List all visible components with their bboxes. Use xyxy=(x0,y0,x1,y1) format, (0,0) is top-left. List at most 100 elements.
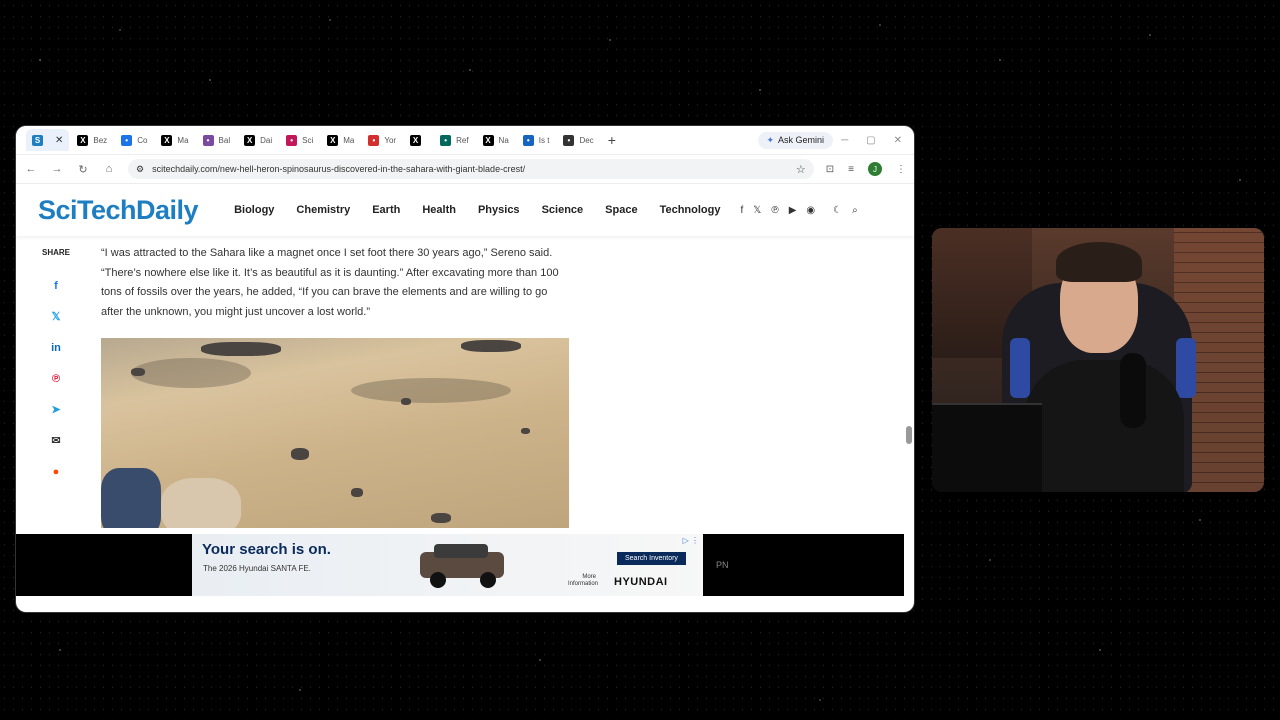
tab-label: Bal xyxy=(218,135,231,145)
generic-icon: • xyxy=(202,134,214,146)
home-icon[interactable]: ⌂ xyxy=(102,163,116,175)
generic-icon: • xyxy=(286,134,298,146)
browser-tab[interactable]: • Sci xyxy=(280,129,319,151)
browser-tab[interactable]: X Na xyxy=(477,129,515,151)
dark-mode-icon[interactable]: ☾ xyxy=(833,205,842,216)
ad-subline: The 2026 Hyundai SANTA FE. xyxy=(203,564,311,573)
forward-icon[interactable]: → xyxy=(50,163,64,175)
tab-label: Is t xyxy=(538,135,550,145)
pinterest-icon[interactable]: ℗ xyxy=(771,205,778,216)
browser-tab[interactable]: • Co xyxy=(115,129,153,151)
webcam-overlay xyxy=(932,228,1264,492)
search-inventory-button[interactable]: Search Inventory xyxy=(617,552,686,565)
ad-banner-strip: Your search is on. The 2026 Hyundai SANT… xyxy=(16,534,904,596)
share-pinterest-icon[interactable]: ℗ xyxy=(41,364,71,395)
browser-tab[interactable]: X xyxy=(404,129,432,151)
maximize-icon[interactable]: ▢ xyxy=(866,135,875,146)
share-sidebar: SHARE f 𝕏 in ℗ ➤ ✉ ● xyxy=(41,248,71,488)
x-icon: X xyxy=(77,134,89,146)
tab-label: Ref xyxy=(456,135,469,145)
x-icon[interactable]: 𝕏 xyxy=(753,205,761,216)
site-logo[interactable]: SciTechDaily xyxy=(38,195,199,226)
generic-icon: • xyxy=(563,134,575,146)
browser-tab[interactable]: • Dec xyxy=(557,129,599,151)
bookmark-star-icon[interactable]: ☆ xyxy=(796,163,806,176)
browser-tab[interactable]: X Dai xyxy=(238,129,278,151)
browser-tab[interactable]: X Ma xyxy=(155,129,194,151)
tab-bar: S ✕ X Bez • Co X Ma • Bal X Dai • Sci X Ma • Yor X • Ref X Na •… xyxy=(16,126,914,155)
youtube-icon[interactable]: ▶ xyxy=(789,205,797,216)
article-photo xyxy=(101,338,569,528)
article-area: SHARE f 𝕏 in ℗ ➤ ✉ ● “I was attracted to… xyxy=(16,236,914,584)
more-information-link[interactable]: More Information xyxy=(568,574,598,588)
facebook-icon[interactable]: f xyxy=(741,205,744,216)
rss-icon[interactable]: ◉ xyxy=(806,205,815,216)
back-icon[interactable]: ← xyxy=(24,163,38,175)
nav-item-biology[interactable]: Biology xyxy=(234,204,274,216)
share-x-icon[interactable]: 𝕏 xyxy=(41,302,71,333)
browser-tab[interactable]: • Is t xyxy=(517,129,556,151)
site-info-icon[interactable]: ⚙ xyxy=(136,164,144,175)
tab-label: Co xyxy=(137,135,148,145)
browser-tab[interactable]: X Bez xyxy=(71,129,113,151)
minimize-icon[interactable]: ─ xyxy=(841,135,848,146)
nav-item-earth[interactable]: Earth xyxy=(372,204,400,216)
hyundai-logo: HYUNDAI xyxy=(614,576,668,588)
adchoices-icon[interactable]: ▷ ⋮ xyxy=(683,536,699,545)
tab-label: Dec xyxy=(579,135,594,145)
search-icon[interactable]: ⌕ xyxy=(852,205,858,216)
gemini-icon: ✦ xyxy=(766,134,775,145)
address-bar: ← → ↻ ⌂ ⚙ scitechdaily.com/new-hell-hero… xyxy=(16,155,914,184)
new-tab-button[interactable]: + xyxy=(608,132,616,148)
car-image xyxy=(420,544,504,588)
share-telegram-icon[interactable]: ➤ xyxy=(41,395,71,426)
pn-label: PN xyxy=(716,560,729,570)
nav-item-physics[interactable]: Physics xyxy=(478,204,520,216)
tab-label: Ma xyxy=(177,135,189,145)
share-facebook-icon[interactable]: f xyxy=(41,271,71,302)
nav-item-science[interactable]: Science xyxy=(542,204,584,216)
x-icon: X xyxy=(161,134,173,146)
generic-icon: • xyxy=(121,134,133,146)
close-window-icon[interactable]: ✕ xyxy=(894,135,902,146)
browser-tab[interactable]: • Yor xyxy=(362,129,402,151)
url-field[interactable]: ⚙ scitechdaily.com/new-hell-heron-spinos… xyxy=(128,159,814,179)
tab-label: Ma xyxy=(343,135,355,145)
tab-label: Dai xyxy=(260,135,273,145)
tab-label: Na xyxy=(498,135,509,145)
nav-item-chemistry[interactable]: Chemistry xyxy=(296,204,350,216)
share-linkedin-icon[interactable]: in xyxy=(41,333,71,364)
tab-label: Sci xyxy=(302,135,314,145)
scitechdaily-icon: S xyxy=(32,134,43,146)
generic-icon: • xyxy=(440,134,452,146)
share-email-icon[interactable]: ✉ xyxy=(41,426,71,457)
x-icon: X xyxy=(244,134,256,146)
article-paragraph: “I was attracted to the Sahara like a ma… xyxy=(101,247,559,318)
tab-list: S ✕ X Bez • Co X Ma • Bal X Dai • Sci X Ma • Yor X • Ref X Na •… xyxy=(26,129,602,151)
nav-item-space[interactable]: Space xyxy=(605,204,637,216)
share-reddit-icon[interactable]: ● xyxy=(41,457,71,488)
tab-label: Bez xyxy=(93,135,108,145)
hyundai-ad[interactable]: Your search is on. The 2026 Hyundai SANT… xyxy=(192,534,703,596)
main-nav: Biology Chemistry Earth Health Physics Scienc… xyxy=(234,204,720,216)
reload-icon[interactable]: ↻ xyxy=(76,163,90,176)
share-label: SHARE xyxy=(41,248,70,257)
browser-tab[interactable]: • Ref xyxy=(434,129,474,151)
page-scrollbar[interactable] xyxy=(906,426,912,444)
browser-tab[interactable]: • Bal xyxy=(197,129,237,151)
url-text: scitechdaily.com/new-hell-heron-spinosau… xyxy=(152,164,526,174)
profile-avatar[interactable]: J xyxy=(868,162,882,176)
ask-gemini-button[interactable]: ✦ Ask Gemini xyxy=(757,131,834,149)
x-icon: X xyxy=(482,134,494,146)
close-tab-icon[interactable]: ✕ xyxy=(55,135,63,146)
browser-tab[interactable]: X Ma xyxy=(321,129,360,151)
nav-item-health[interactable]: Health xyxy=(422,204,456,216)
browser-tab[interactable]: S ✕ xyxy=(26,129,70,151)
menu-icon[interactable]: ⋮ xyxy=(896,164,906,175)
reading-list-icon[interactable]: ≡ xyxy=(848,164,854,175)
nav-item-technology[interactable]: Technology xyxy=(660,204,721,216)
lens-icon[interactable]: ⊡ xyxy=(826,164,834,175)
generic-icon: • xyxy=(522,134,534,146)
social-links: f 𝕏 ℗ ▶ ◉ ☾ ⌕ xyxy=(741,205,858,216)
microphone xyxy=(1120,353,1146,428)
